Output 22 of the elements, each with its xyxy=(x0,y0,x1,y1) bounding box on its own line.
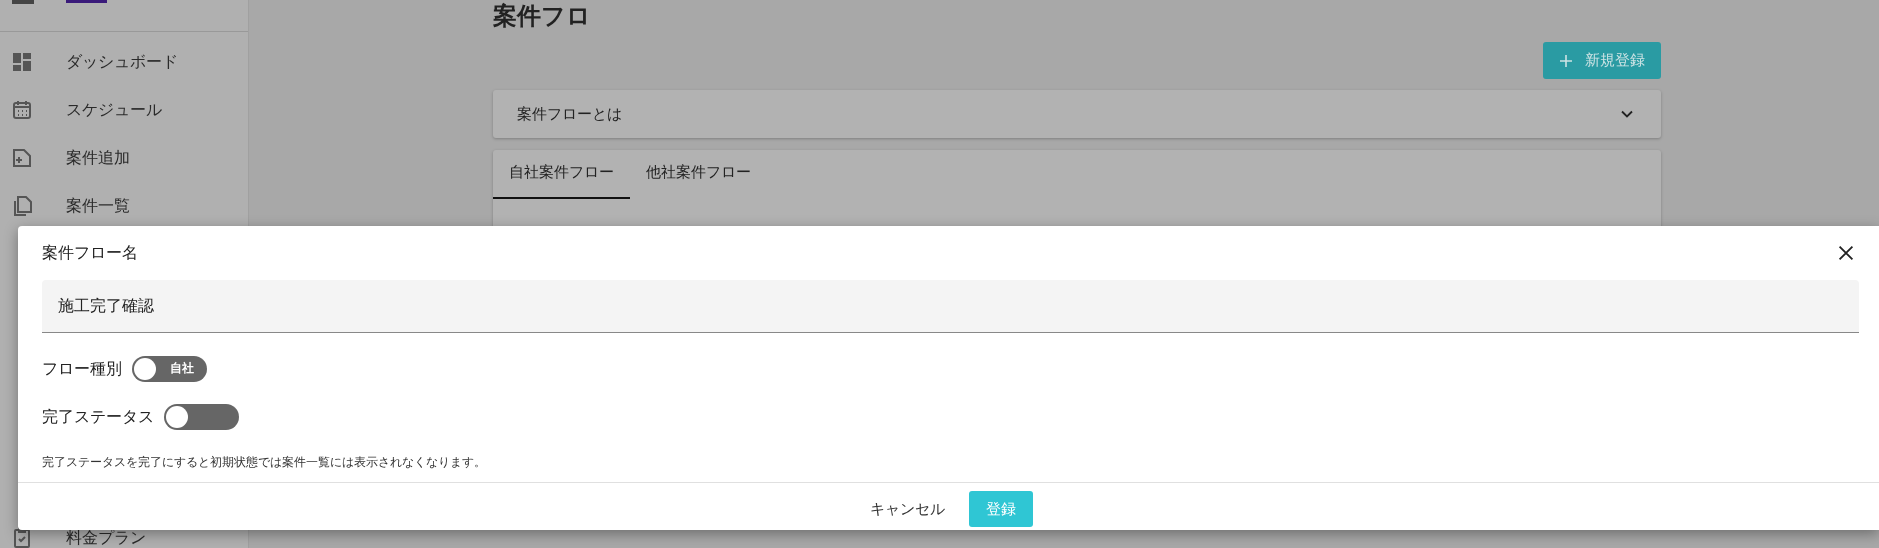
sidebar-item[interactable]: ダッシュボード xyxy=(0,38,248,86)
page-title: 案件フロ xyxy=(493,1,592,32)
calendar-icon xyxy=(10,98,34,122)
switch-label: フロー種別 xyxy=(42,358,122,380)
tab[interactable]: 他社案件フロー xyxy=(630,150,767,199)
sidebar-item[interactable]: スケジュール xyxy=(0,86,248,134)
cancel-button[interactable]: キャンセル xyxy=(864,498,951,520)
toggle-switch[interactable]: 自社 xyxy=(132,356,207,382)
sidebar-item[interactable]: 案件追加 xyxy=(0,134,248,182)
note-text: 完了ステータスを完了にすると初期状態では案件一覧には表示されなくなります。 xyxy=(42,455,487,470)
switch-label: 完了ステータス xyxy=(42,406,154,428)
accordion-header[interactable]: 案件フローとは xyxy=(493,90,1661,138)
accordion-label: 案件フローとは xyxy=(517,104,622,124)
field-label: 案件フロー名 xyxy=(42,242,138,264)
tab[interactable]: 自社案件フロー xyxy=(493,150,630,199)
input-field[interactable]: 施工完了確認 xyxy=(42,280,1859,333)
plus-icon xyxy=(1559,53,1573,68)
dashboard-icon xyxy=(10,50,34,74)
add-document-icon xyxy=(10,146,34,170)
sidebar-item[interactable]: 料金プラン xyxy=(0,514,248,548)
sidebar-item[interactable]: 案件一覧 xyxy=(0,182,248,230)
toggle-switch[interactable] xyxy=(164,404,239,430)
